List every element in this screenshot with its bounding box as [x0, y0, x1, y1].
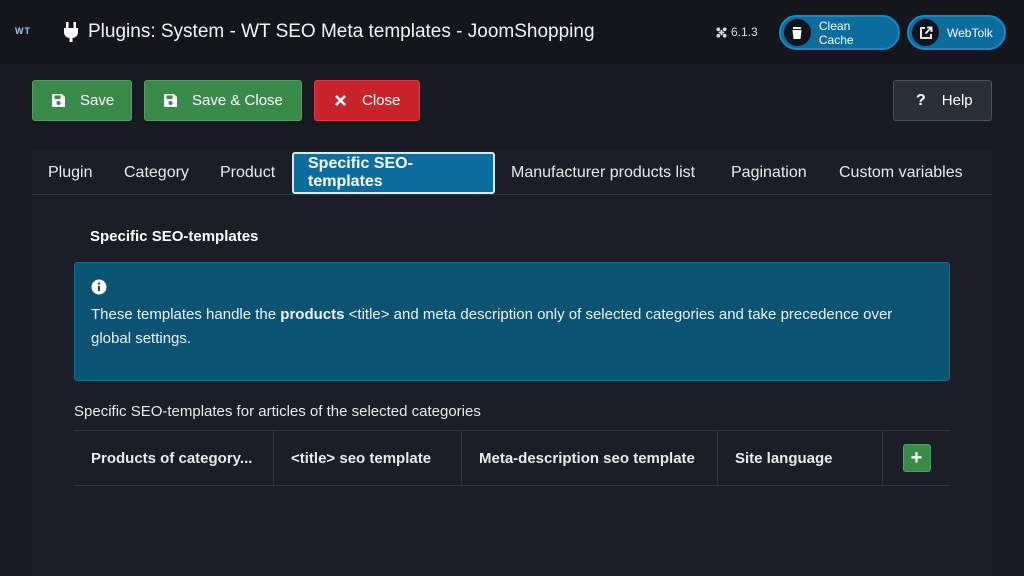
close-label: Close [362, 92, 401, 109]
toolbar: Save Save & Close Close ? Help [0, 64, 1024, 134]
close-button[interactable]: Close [314, 80, 420, 121]
column-header-category: Products of category... [74, 431, 274, 485]
add-row-button[interactable]: + [902, 444, 931, 472]
save-label: Save [80, 92, 115, 109]
tab-plugin[interactable]: Plugin [48, 152, 92, 194]
info-icon [91, 279, 107, 295]
section-title: Specific SEO-templates [90, 228, 259, 245]
alert-message: These templates handle the products <tit… [91, 303, 931, 351]
close-icon [335, 95, 346, 106]
tab-manufacturer-products-list[interactable]: Manufacturer products list [511, 152, 695, 194]
external-link-icon-wrap [912, 19, 939, 46]
clean-cache-label: Clean Cache [818, 18, 854, 47]
webtolk-label: WebTolk [947, 25, 993, 40]
webtolk-button[interactable]: WebTolk [907, 15, 1006, 50]
question-icon: ? [916, 91, 926, 109]
header: WT Plugins: System - WT SEO Meta templat… [0, 0, 1024, 64]
column-header-meta-description: Meta-description seo template [462, 431, 718, 485]
alert-text-before: These templates handle the [91, 306, 281, 323]
save-button[interactable]: Save [32, 80, 132, 121]
save-close-button[interactable]: Save & Close [144, 80, 302, 121]
plug-icon [64, 22, 78, 42]
logo[interactable]: WT [15, 26, 31, 36]
tab-specific-seo-templates[interactable]: Specific SEO-templates [292, 152, 495, 194]
clean-cache-button[interactable]: Clean Cache [779, 15, 900, 50]
save-icon [164, 94, 177, 107]
tab-pagination[interactable]: Pagination [731, 152, 807, 194]
tab-product[interactable]: Product [220, 152, 275, 194]
column-header-actions: + [883, 431, 950, 485]
templates-table: Products of category... <title> seo temp… [74, 430, 950, 486]
external-link-icon [919, 26, 932, 39]
trash-icon-wrap [784, 19, 811, 46]
tab-bar: Plugin Category Product Specific SEO-tem… [32, 150, 992, 195]
joomla-icon [716, 26, 727, 38]
tab-category[interactable]: Category [124, 152, 189, 194]
help-label: Help [941, 92, 973, 109]
info-alert: These templates handle the products <tit… [74, 262, 950, 381]
main-panel: Plugin Category Product Specific SEO-tem… [32, 150, 992, 576]
page-title: Plugins: System - WT SEO Meta templates … [88, 21, 595, 42]
column-header-title-template: <title> seo template [274, 431, 462, 485]
help-button[interactable]: ? Help [893, 80, 992, 121]
table-caption: Specific SEO-templates for articles of t… [74, 403, 481, 420]
save-close-label: Save & Close [192, 92, 283, 109]
version-text: 6.1.3 [731, 25, 758, 39]
column-header-site-language: Site language [718, 431, 883, 485]
save-icon [52, 94, 65, 107]
trash-icon [792, 26, 802, 39]
alert-text-bold: products [280, 306, 345, 323]
version-badge: 6.1.3 [716, 25, 758, 39]
tab-custom-variables[interactable]: Custom variables [839, 152, 963, 194]
